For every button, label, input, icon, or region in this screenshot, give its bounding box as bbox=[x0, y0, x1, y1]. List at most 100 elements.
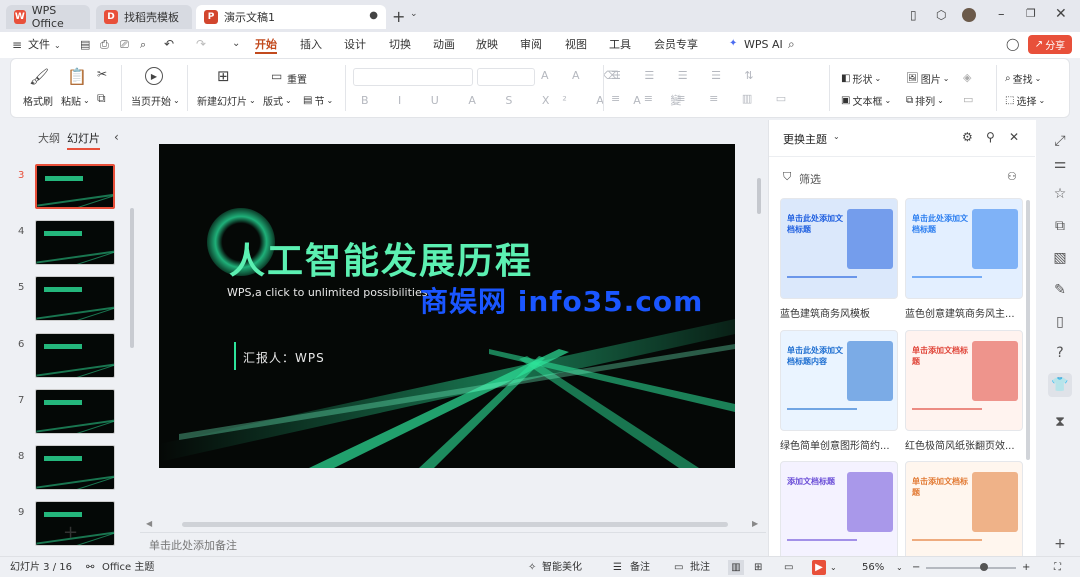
shape-button[interactable]: ◧ 形状 ⌄ bbox=[841, 71, 881, 86]
zoom-out-icon[interactable]: − bbox=[912, 560, 920, 575]
menu-tab-6[interactable]: 放映 bbox=[476, 36, 498, 54]
user-icon[interactable]: ⚇ bbox=[1007, 170, 1017, 183]
format-painter-icon[interactable]: 🖌 bbox=[29, 67, 49, 86]
filter-icon[interactable]: ⛉ bbox=[783, 170, 791, 184]
textbox-button[interactable]: ▣ 文本框 ⌄ bbox=[841, 93, 891, 108]
menu-tab-4[interactable]: 切换 bbox=[389, 36, 411, 54]
more-chevron-icon[interactable]: ⌄ bbox=[232, 38, 240, 49]
avatar[interactable] bbox=[962, 8, 976, 22]
slideshow-icon[interactable]: ▶ bbox=[812, 560, 826, 575]
fit-window-icon[interactable]: ⛶ bbox=[1054, 560, 1061, 575]
template-card[interactable]: 单击添加文档标题 bbox=[905, 461, 1023, 562]
slide-thumbnail[interactable] bbox=[35, 445, 115, 490]
normal-view-icon[interactable]: ▥ bbox=[728, 560, 744, 575]
filter-button[interactable]: 筛选 bbox=[799, 171, 821, 187]
theme-name[interactable]: Office 主题 bbox=[102, 560, 154, 575]
slide-reporter[interactable]: 汇报人：WPS bbox=[243, 349, 325, 366]
template-card[interactable]: 单击此处添加文档标题 bbox=[780, 198, 898, 299]
menu-tab-10[interactable]: 会员专享 bbox=[654, 36, 698, 54]
collapse-panel-icon[interactable]: ‹ bbox=[114, 130, 119, 144]
sliders-icon[interactable]: ⚌ bbox=[1050, 154, 1070, 174]
save-icon[interactable]: ▤ bbox=[80, 38, 90, 51]
minimize-icon[interactable]: – bbox=[998, 7, 1005, 22]
paste-button[interactable]: 粘贴 ⌄ bbox=[61, 93, 90, 108]
file-menu[interactable]: 文件 bbox=[28, 36, 50, 54]
template-card[interactable]: 添加文档标题 bbox=[780, 461, 898, 562]
tab-template[interactable]: D 找稻壳模板 bbox=[96, 5, 192, 29]
copy-icon[interactable]: ⧉ bbox=[97, 91, 106, 106]
plus-icon[interactable]: + bbox=[1050, 534, 1070, 554]
restore-icon[interactable]: ❐ bbox=[1026, 7, 1036, 20]
play-current-button[interactable]: 当页开始 ⌄ bbox=[131, 93, 180, 108]
slide-thumbnail[interactable] bbox=[35, 333, 115, 378]
menu-tab-3[interactable]: 设计 bbox=[344, 36, 366, 54]
layout-button[interactable]: 版式 ⌄ bbox=[263, 93, 292, 108]
share-button[interactable]: ↗ 分享 bbox=[1028, 35, 1072, 54]
reset-button[interactable]: 重置 bbox=[287, 71, 307, 86]
slide-thumbnail[interactable] bbox=[35, 164, 115, 209]
slide-subtitle[interactable]: WPS,a click to unlimited possibilities bbox=[227, 286, 427, 299]
select-button[interactable]: ⬚ 选择 ⌄ bbox=[1005, 93, 1045, 108]
outline-tab[interactable]: 大纲 bbox=[38, 130, 60, 146]
vertical-scrollbar[interactable] bbox=[757, 178, 761, 214]
theme-shirt-icon[interactable]: 👕 bbox=[1048, 373, 1072, 397]
font-size-select[interactable] bbox=[477, 68, 535, 86]
picture-button[interactable]: 🖼 图片 ⌄ bbox=[906, 71, 949, 86]
slide-thumbnail[interactable] bbox=[35, 389, 115, 434]
slides-tab[interactable]: 幻灯片 bbox=[67, 130, 100, 150]
menu-tab-7[interactable]: 审阅 bbox=[520, 36, 542, 54]
tab-wps-office[interactable]: W WPS Office bbox=[6, 4, 90, 30]
notes-input[interactable]: 单击此处添加备注 bbox=[149, 537, 237, 553]
template-name[interactable]: 蓝色建筑商务风模板 bbox=[780, 305, 898, 320]
beautify-button[interactable]: 智能美化 bbox=[542, 560, 582, 575]
tab-list-chevron-icon[interactable]: ⌄ bbox=[410, 9, 418, 19]
slide-thumbnail[interactable] bbox=[35, 220, 115, 265]
export-icon[interactable]: ⎙ bbox=[100, 38, 109, 52]
menu-tab-9[interactable]: 工具 bbox=[609, 36, 631, 54]
scroll-left-icon[interactable]: ◀ bbox=[146, 519, 152, 528]
close-window-icon[interactable]: ✕ bbox=[1055, 6, 1067, 22]
menu-tab-2[interactable]: 插入 bbox=[300, 36, 322, 54]
menu-tab-1[interactable]: 开始 bbox=[255, 36, 277, 54]
expand-icon[interactable]: ⤢ bbox=[1050, 131, 1070, 151]
scrollbar[interactable] bbox=[130, 208, 134, 348]
paragraph-buttons-top[interactable]: ☰ ☰ ☰ ☰ ⇅ bbox=[611, 69, 764, 82]
slide-title[interactable]: 人工智能发展历程 bbox=[229, 232, 533, 284]
reading-view-icon[interactable]: ▭ bbox=[784, 560, 793, 575]
copy-icon[interactable]: ⧉ bbox=[1050, 216, 1070, 236]
slide-thumbnail[interactable] bbox=[35, 276, 115, 321]
star-icon[interactable]: ☆ bbox=[1050, 184, 1070, 204]
cut-icon[interactable]: ✂ bbox=[97, 67, 107, 81]
chevron-down-icon[interactable]: ⌄ bbox=[833, 132, 840, 141]
chat-icon[interactable]: ◯ bbox=[1006, 37, 1019, 51]
comments-button[interactable]: 批注 bbox=[690, 560, 710, 575]
outline-icon[interactable]: ▭ bbox=[963, 93, 973, 106]
template-card[interactable]: 单击此处添加文档标题内容 bbox=[780, 330, 898, 431]
menu-tab-8[interactable]: 视图 bbox=[565, 36, 587, 54]
window-layout-icon[interactable]: ▯ bbox=[910, 8, 917, 22]
template-name[interactable]: 绿色简单创意图形简约... bbox=[780, 437, 898, 452]
add-slide-button[interactable]: + bbox=[63, 522, 78, 543]
redo-icon[interactable]: ↷ bbox=[196, 37, 206, 51]
menu-tab-5[interactable]: 动画 bbox=[433, 36, 455, 54]
notes-button[interactable]: 备注 bbox=[630, 560, 650, 575]
template-card[interactable]: 单击此处添加文档标题 bbox=[905, 198, 1023, 299]
new-slide-button[interactable]: 新建幻灯片 ⌄ bbox=[197, 93, 256, 108]
template-name[interactable]: 红色极简风纸张翻页效... bbox=[905, 437, 1023, 452]
find-button[interactable]: ⌕ 查找 ⌄ bbox=[1005, 71, 1041, 86]
preview-icon[interactable]: ⌕ bbox=[140, 38, 146, 52]
format-painter-button[interactable]: 格式刷 bbox=[23, 93, 53, 108]
undo-icon[interactable]: ↶ bbox=[164, 37, 174, 51]
pin-icon[interactable]: ⚲ bbox=[986, 130, 995, 144]
image-icon[interactable]: ▧ bbox=[1050, 248, 1070, 268]
tools-icon[interactable]: ✎ bbox=[1050, 280, 1070, 300]
close-panel-icon[interactable]: ✕ bbox=[1009, 130, 1019, 144]
layout-icon[interactable]: ▭ bbox=[271, 69, 282, 83]
fill-icon[interactable]: ◈ bbox=[963, 71, 971, 84]
section-button[interactable]: ▤ 节 ⌄ bbox=[303, 93, 333, 108]
new-tab-plus-icon[interactable]: + bbox=[392, 7, 405, 26]
scrollbar[interactable] bbox=[1026, 200, 1030, 460]
search-icon[interactable]: ⌕ bbox=[788, 37, 795, 52]
paragraph-buttons-bottom[interactable]: ≡ ≡ ≡ ≡ ▥ ▭ bbox=[611, 92, 796, 105]
book-icon[interactable]: ▯ bbox=[1050, 312, 1070, 332]
